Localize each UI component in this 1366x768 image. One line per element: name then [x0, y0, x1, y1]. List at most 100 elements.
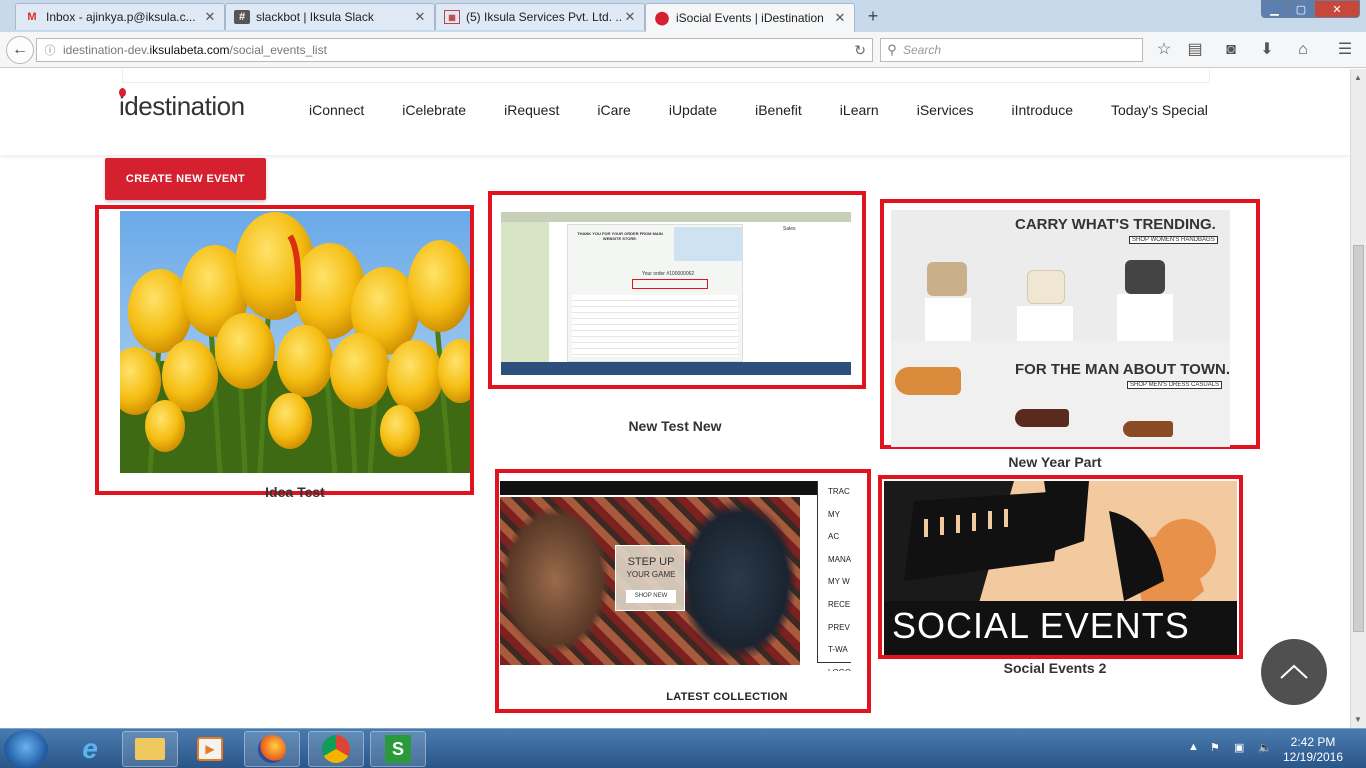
network-icon[interactable]: ▣	[1234, 741, 1244, 754]
event-image-email[interactable]: THANK YOU FOR YOUR ORDER FROM MAIN WEBSI…	[501, 212, 851, 375]
close-icon[interactable]: ✕	[622, 9, 638, 25]
volume-muted-icon[interactable]: 🔈	[1258, 741, 1272, 754]
url-prefix: idestination-dev.	[63, 43, 150, 57]
firefox-icon	[258, 735, 286, 763]
scroll-to-top-button[interactable]	[1261, 639, 1327, 705]
taskbar-explorer-icon[interactable]	[122, 731, 178, 767]
tab-slack[interactable]: # slackbot | Iksula Slack ✕	[225, 3, 435, 30]
close-icon[interactable]: ✕	[832, 10, 848, 26]
taskbar-app-icon[interactable]: S	[370, 731, 426, 767]
media-player-icon: ▶	[197, 737, 223, 761]
nav-item-iintroduce[interactable]: iIntroduce	[1012, 102, 1073, 122]
home-icon[interactable]: ⌂	[1292, 41, 1314, 59]
new-tab-button[interactable]: +	[862, 6, 884, 26]
event-card-idea-test[interactable]	[95, 205, 474, 495]
close-window-button[interactable]: ✕	[1314, 0, 1360, 18]
event-card-new-year-part[interactable]: CARRY WHAT'S TRENDING. SHOP WOMEN'S HAND…	[880, 199, 1260, 449]
browser-tabstrip: M Inbox - ajinkya.p@iksula.c... ✕ # slac…	[0, 0, 1366, 32]
nav-item-iservices[interactable]: iServices	[917, 102, 974, 122]
event-title[interactable]: Social Events 2	[880, 660, 1230, 676]
taskbar-firefox-icon[interactable]	[244, 731, 300, 767]
event-title[interactable]: Idea Test	[95, 484, 495, 500]
tab-gmail[interactable]: M Inbox - ajinkya.p@iksula.c... ✕	[15, 3, 225, 30]
slack-icon: #	[234, 10, 250, 24]
dropdown-menu: TRAC MY AC MANA MY W RECE PREV T-WA LOGO	[817, 481, 851, 671]
pocket-icon[interactable]: ◙	[1220, 41, 1242, 59]
download-icon[interactable]: ⬇	[1256, 41, 1278, 59]
mail-sidebar	[501, 222, 549, 362]
url-path: /social_events_list	[229, 43, 327, 57]
event-card-new-test-new[interactable]: THANK YOU FOR YOUR ORDER FROM MAIN WEBSI…	[488, 191, 866, 389]
calendar-icon: ▦	[444, 10, 460, 24]
bookmark-star-icon[interactable]: ☆	[1153, 41, 1175, 59]
chrome-icon	[322, 735, 350, 763]
ie-icon: e	[82, 733, 98, 764]
info-icon[interactable]: ⓘ	[37, 42, 63, 58]
url-domain: iksulabeta.com	[149, 43, 230, 57]
tab-title: Inbox - ajinkya.p@iksula.c...	[46, 10, 196, 24]
start-button[interactable]	[4, 730, 48, 768]
event-image-fashion-ad[interactable]: CARRY WHAT'S TRENDING. SHOP WOMEN'S HAND…	[891, 210, 1230, 447]
tab-iksula[interactable]: ▦ (5) Iksula Services Pvt. Ltd. ... ✕	[435, 3, 645, 30]
chevron-up-icon	[1280, 664, 1308, 679]
url-bar[interactable]: ⓘ idestination-dev. iksulabeta.com/social…	[36, 38, 873, 62]
taskbar-ie-icon[interactable]: e	[62, 731, 118, 767]
clock-time: 2:42 PM	[1290, 735, 1336, 749]
browser-toolbar: ← ⓘ idestination-dev. iksulabeta.com/soci…	[0, 32, 1366, 68]
mail-order-number: Your order #100000062	[641, 271, 695, 277]
tab-isocial-events[interactable]: ⬤ iSocial Events | iDestination ✕	[645, 3, 855, 32]
close-icon[interactable]: ✕	[202, 9, 218, 25]
system-clock[interactable]: 2:42 PM 12/19/2016	[1278, 735, 1348, 765]
site-header: idestination iConnect iCelebrate iReques…	[0, 69, 1350, 155]
site-logo[interactable]: idestination	[119, 88, 245, 122]
reading-list-icon[interactable]: ▤	[1184, 41, 1206, 59]
clock-date: 12/19/2016	[1282, 750, 1344, 764]
mail-side-label: Sales	[783, 226, 796, 232]
ad-tag-2: SHOP MEN'S DRESS CASUALS	[1127, 381, 1223, 389]
shoe-image	[895, 367, 961, 395]
nav-item-icare[interactable]: iCare	[597, 102, 630, 122]
header-strip	[122, 69, 1210, 83]
nav-item-iconnect[interactable]: iConnect	[309, 102, 364, 122]
menu-item: MY AC	[828, 509, 840, 542]
event-title[interactable]: New Year Part	[880, 454, 1230, 470]
ad-headline: CARRY WHAT'S TRENDING.	[1015, 216, 1216, 233]
nav-item-ilearn[interactable]: iLearn	[840, 102, 879, 122]
reload-icon[interactable]: ↻	[854, 42, 866, 59]
mail-header-text: THANK YOU FOR YOUR ORDER FROM MAIN WEBSI…	[577, 231, 663, 241]
event-image-shoes[interactable]: STEP UP YOUR GAME SHOP NEW TRAC MY AC MA…	[500, 481, 851, 671]
back-button[interactable]: ←	[6, 36, 34, 64]
tab-title: (5) Iksula Services Pvt. Ltd. ...	[466, 10, 622, 24]
event-card-latest-collection[interactable]: STEP UP YOUR GAME SHOP NEW TRAC MY AC MA…	[495, 469, 871, 713]
latest-collection-caption: LATEST COLLECTION	[666, 691, 788, 703]
nav-item-iupdate[interactable]: iUpdate	[669, 102, 717, 122]
event-title[interactable]: New Test New	[490, 418, 860, 434]
nav-item-irequest[interactable]: iRequest	[504, 102, 559, 122]
nav-item-todays-special[interactable]: Today's Special	[1111, 102, 1208, 122]
menu-item: RECE	[828, 599, 851, 609]
create-new-event-button[interactable]: CREATE NEW EVENT	[105, 158, 266, 200]
maximize-button[interactable]: ▢	[1288, 0, 1314, 18]
menu-icon[interactable]: ☰	[1334, 41, 1356, 59]
promo-subline: YOUR GAME	[626, 570, 676, 579]
search-icon: ⚲	[887, 42, 897, 57]
action-center-icon[interactable]: ⚑	[1210, 741, 1220, 754]
nav-item-ibenefit[interactable]: iBenefit	[755, 102, 802, 122]
scroll-up-icon[interactable]: ▲	[1354, 73, 1362, 82]
event-card-social-events-2[interactable]: SOCIAL EVENTS	[878, 475, 1243, 659]
nav-item-icelebrate[interactable]: iCelebrate	[402, 102, 466, 122]
taskbar-chrome-icon[interactable]	[308, 731, 364, 767]
tray-expand-icon[interactable]: ▲	[1188, 741, 1199, 753]
close-icon[interactable]: ✕	[412, 9, 428, 25]
event-image-tulips[interactable]	[120, 211, 470, 473]
scroll-down-icon[interactable]: ▼	[1354, 715, 1362, 724]
minimize-button[interactable]: ▁	[1261, 0, 1288, 18]
arrow-left-icon: ←	[12, 41, 28, 58]
menu-item: MY W	[828, 577, 850, 587]
social-events-banner: SOCIAL EVENTS	[892, 605, 1190, 646]
taskbar-media-icon[interactable]: ▶	[182, 731, 238, 767]
page-scrollbar[interactable]: ▲ ▼	[1350, 69, 1366, 728]
event-image-social-events[interactable]: SOCIAL EVENTS	[884, 481, 1237, 655]
search-bar[interactable]: ⚲ Search	[880, 38, 1143, 62]
scrollbar-thumb[interactable]	[1353, 245, 1364, 632]
